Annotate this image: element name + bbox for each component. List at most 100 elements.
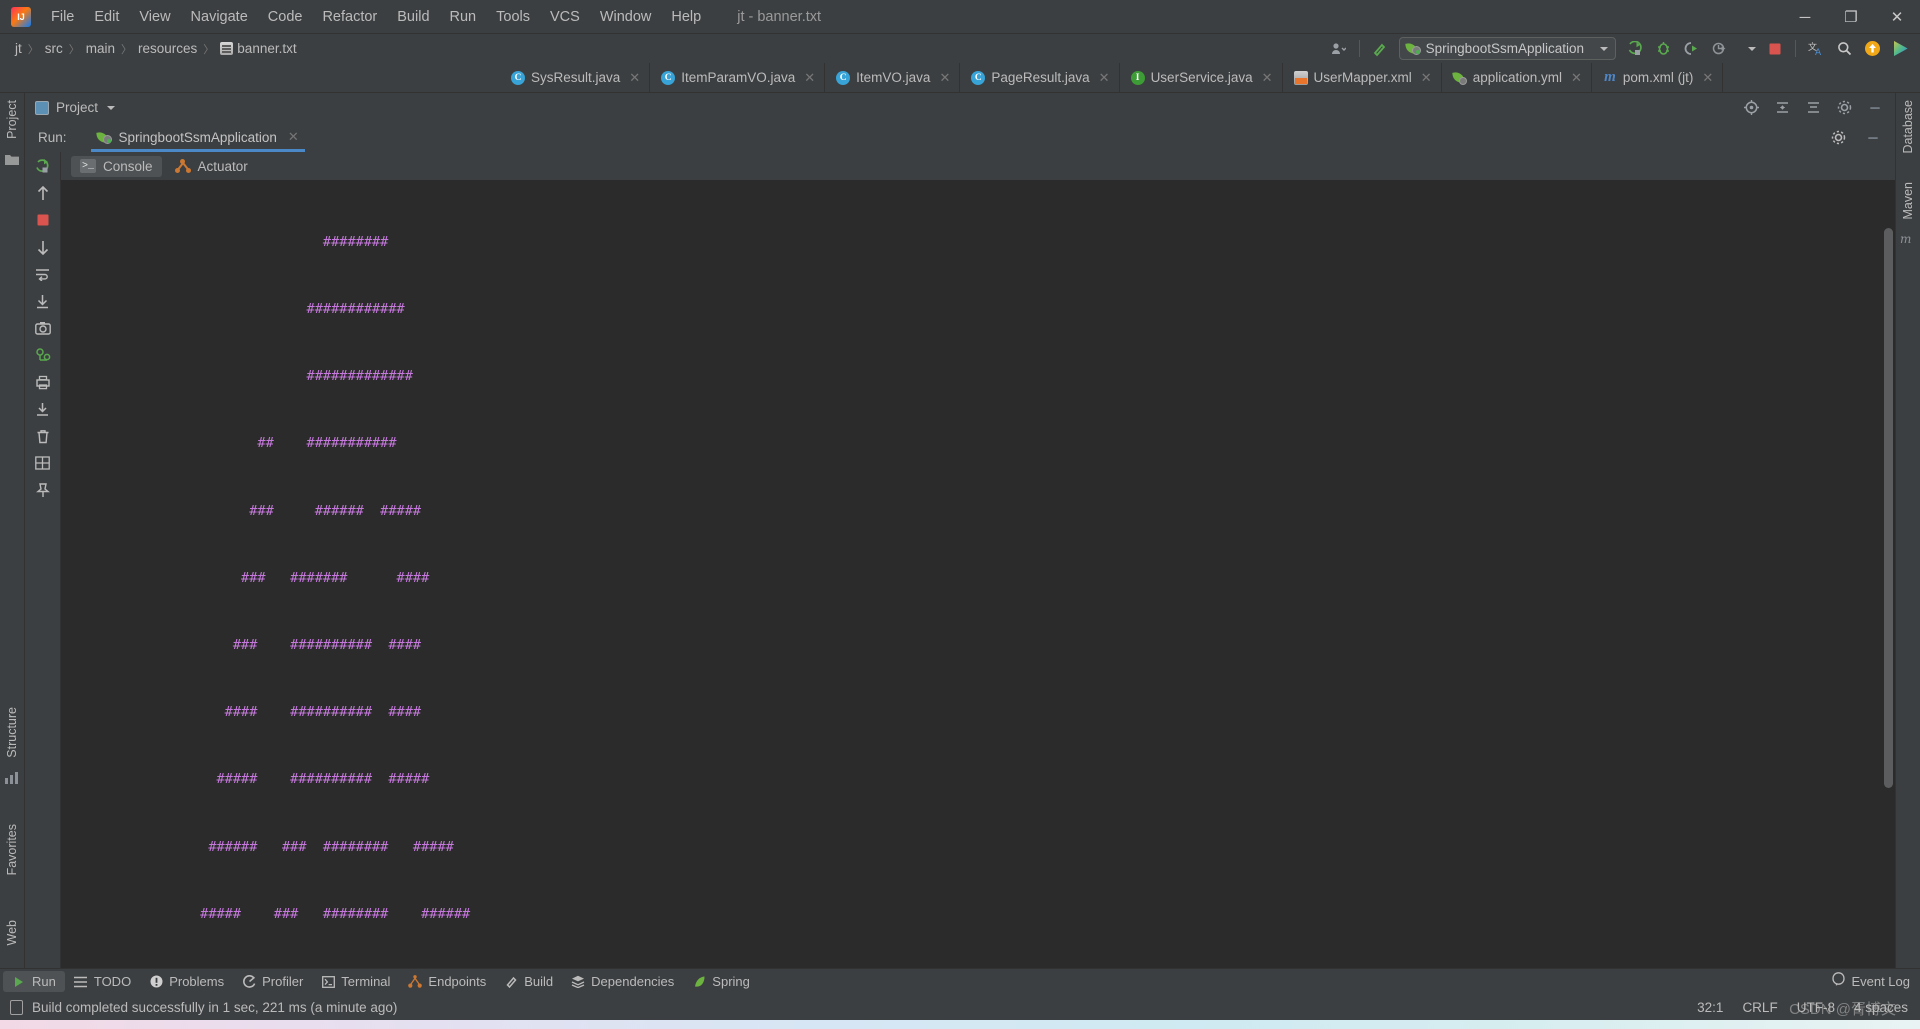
close-icon[interactable]: ✕ [804, 70, 815, 86]
menu-help[interactable]: Help [661, 6, 711, 28]
stop-icon[interactable] [34, 211, 52, 229]
editor-tab-usermapper[interactable]: UserMapper.xml ✕ [1282, 63, 1442, 92]
run-configuration-selector[interactable]: SpringbootSsmApplication [1398, 37, 1616, 60]
editor-tab-itemparamvo[interactable]: C ItemParamVO.java ✕ [650, 63, 826, 92]
settings-gear-icon[interactable] [1825, 125, 1851, 149]
close-icon[interactable]: ✕ [1571, 70, 1582, 86]
editor-tab-sysresult[interactable]: C SysResult.java ✕ [500, 63, 651, 92]
editor-tab-pageresult[interactable]: C PageResult.java ✕ [960, 63, 1120, 92]
menu-build[interactable]: Build [387, 6, 439, 28]
print-icon[interactable] [34, 373, 52, 391]
event-log-icon [1832, 972, 1846, 991]
rerun-icon[interactable] [34, 157, 52, 175]
tool-button-spring[interactable]: Spring [683, 971, 759, 992]
structure-icon[interactable] [4, 771, 20, 787]
tool-button-problems[interactable]: Problems [140, 971, 233, 992]
caret-position[interactable]: 32:1 [1697, 1000, 1723, 1015]
update-project-icon[interactable] [1859, 37, 1885, 61]
expand-all-icon[interactable] [1769, 96, 1795, 120]
sidebar-item-database[interactable]: Database [1901, 93, 1915, 161]
sidebar-item-structure[interactable]: Structure [5, 700, 19, 765]
user-account-icon[interactable] [1326, 37, 1352, 61]
folder-icon[interactable] [4, 152, 20, 168]
settings-gear-icon[interactable] [1831, 96, 1857, 120]
search-everywhere-icon[interactable] [1831, 37, 1857, 61]
close-icon[interactable]: ✕ [1262, 70, 1273, 86]
tool-button-todo[interactable]: TODO [65, 971, 140, 992]
breadcrumb-item-src[interactable]: src [41, 40, 67, 57]
chevron-down-icon[interactable] [107, 105, 116, 110]
breadcrumb-item-file[interactable]: banner.txt [216, 40, 300, 57]
tool-button-build[interactable]: Build [495, 971, 562, 992]
indent-setting[interactable]: 4 spaces [1854, 1000, 1908, 1015]
soft-wrap-icon[interactable] [34, 265, 52, 283]
scroll-up-icon[interactable] [34, 184, 52, 202]
menu-code[interactable]: Code [258, 6, 313, 28]
event-log-label[interactable]: Event Log [1851, 974, 1910, 989]
build-hammer-icon[interactable] [1367, 37, 1393, 61]
thread-dump-icon[interactable] [34, 346, 52, 364]
editor-tab-itemvo[interactable]: C ItemVO.java ✕ [825, 63, 961, 92]
hide-tool-window-icon[interactable]: ─ [1862, 96, 1888, 120]
locate-file-icon[interactable] [1738, 96, 1764, 120]
screenshot-icon[interactable] [34, 319, 52, 337]
tool-button-dependencies[interactable]: Dependencies [562, 971, 683, 992]
close-icon[interactable]: ✕ [939, 70, 950, 86]
play-colored-icon[interactable] [1887, 37, 1913, 61]
editor-tab-userservice[interactable]: I UserService.java ✕ [1119, 63, 1283, 92]
grid-icon[interactable] [34, 454, 52, 472]
close-icon[interactable]: ✕ [1702, 70, 1713, 86]
close-icon[interactable]: ✕ [629, 70, 640, 86]
menu-view[interactable]: View [129, 6, 180, 28]
hide-tool-window-icon[interactable]: ─ [1860, 125, 1886, 149]
collapse-all-icon[interactable] [1800, 96, 1826, 120]
run-icon[interactable] [1622, 37, 1648, 61]
scroll-down-icon[interactable] [34, 238, 52, 256]
menu-tools[interactable]: Tools [486, 6, 540, 28]
maximize-button[interactable]: ❐ [1828, 0, 1874, 34]
console-output[interactable]: ######## ############ ############# ## #… [61, 180, 1895, 968]
tool-button-run[interactable]: Run [3, 971, 65, 992]
sidebar-item-favorites[interactable]: Favorites [5, 817, 19, 882]
tool-button-terminal[interactable]: Terminal [312, 971, 399, 992]
console-scrollbar[interactable] [1884, 228, 1893, 788]
close-button[interactable]: ✕ [1874, 0, 1920, 34]
file-encoding[interactable]: UTF-8 [1797, 1000, 1835, 1015]
editor-tab-pom-xml[interactable]: m pom.xml (jt) ✕ [1591, 63, 1724, 92]
stop-icon[interactable] [1762, 37, 1788, 61]
maven-icon[interactable]: m [1900, 232, 1916, 248]
menu-navigate[interactable]: Navigate [181, 6, 258, 28]
menu-file[interactable]: File [41, 6, 84, 28]
run-tab-springbootssmapplication[interactable]: SpringbootSsmApplication ✕ [87, 122, 309, 152]
menu-run[interactable]: Run [440, 6, 487, 28]
breadcrumb-item-resources[interactable]: resources [134, 40, 201, 57]
close-icon[interactable]: ✕ [1099, 70, 1110, 86]
profiler-icon[interactable] [1706, 37, 1732, 61]
scroll-to-end-icon[interactable] [34, 292, 52, 310]
tab-actuator[interactable]: Actuator [166, 156, 257, 177]
close-icon[interactable]: ✕ [1421, 70, 1432, 86]
clear-all-icon[interactable] [34, 427, 52, 445]
pin-icon[interactable] [34, 481, 52, 499]
run-with-coverage-icon[interactable] [1678, 37, 1704, 61]
tool-button-profiler[interactable]: Profiler [233, 971, 312, 992]
tab-console[interactable]: >_ Console [71, 155, 162, 177]
sidebar-item-project[interactable]: Project [5, 93, 19, 146]
menu-window[interactable]: Window [590, 6, 662, 28]
line-separator[interactable]: CRLF [1742, 1000, 1777, 1015]
menu-vcs[interactable]: VCS [540, 6, 590, 28]
sidebar-item-web[interactable]: Web [5, 913, 19, 952]
menu-edit[interactable]: Edit [84, 6, 129, 28]
close-icon[interactable]: ✕ [288, 129, 299, 145]
breadcrumb-item-jt[interactable]: jt [11, 40, 26, 57]
minimize-button[interactable]: ─ [1782, 0, 1828, 34]
tool-button-endpoints[interactable]: Endpoints [399, 971, 495, 992]
editor-tab-application-yml[interactable]: application.yml ✕ [1441, 63, 1592, 92]
sidebar-item-maven[interactable]: Maven [1901, 175, 1915, 227]
menu-refactor[interactable]: Refactor [312, 6, 387, 28]
export-icon[interactable] [34, 400, 52, 418]
breadcrumb-item-main[interactable]: main [82, 40, 119, 57]
translate-icon[interactable]: 文A [1803, 37, 1829, 61]
debug-icon[interactable] [1650, 37, 1676, 61]
chevron-down-icon[interactable] [1734, 37, 1760, 61]
